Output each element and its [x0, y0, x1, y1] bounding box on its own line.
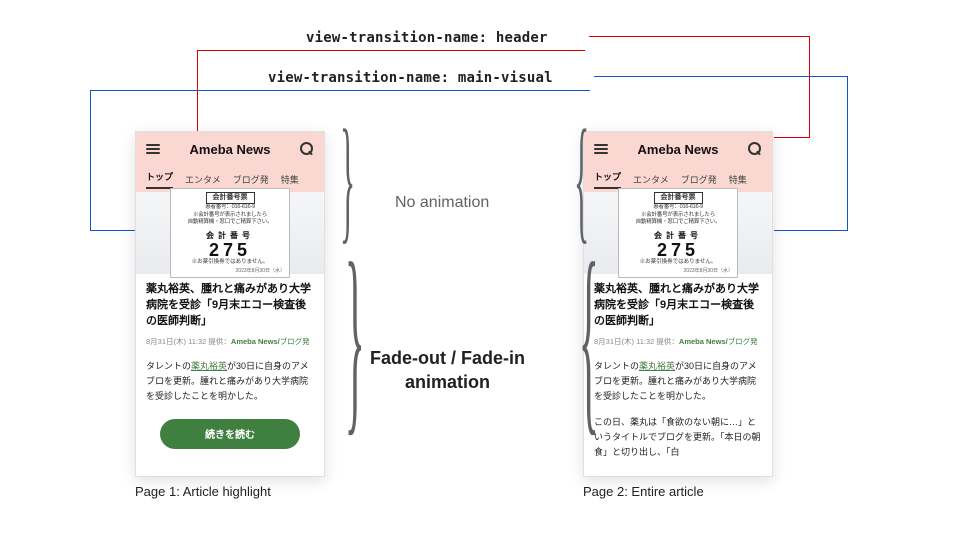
article-section: 薬丸裕英、腫れと痛みがあり大学病院を受診「9月末エコー検査後の医師判断」 8月3… — [136, 274, 324, 457]
ticket-sub: 患者番号：016-616-9 — [653, 204, 703, 212]
connector-red — [774, 137, 810, 138]
meta-datetime: 8月31日(木) 11:32 — [594, 337, 654, 346]
article-body: タレントの薬丸裕英が30日に自身のアメブロを更新。腫れと痛みがあり大学病院を受診… — [594, 359, 762, 405]
body-prefix: タレントの — [594, 361, 639, 371]
meta-provider: 提供： — [656, 337, 679, 346]
ticket-sub: 自動精算機・窓口でご精算下さい。 — [188, 219, 273, 227]
meta-source: Ameba News/ — [679, 337, 728, 346]
connector-blue — [774, 230, 848, 231]
read-more-button[interactable]: 続きを読む — [160, 419, 300, 449]
connector-red — [589, 36, 810, 37]
connector-blue — [847, 76, 848, 230]
meta-source-sub: ブログ発 — [280, 337, 310, 346]
ticket-sub: 自動精算機・窓口でご精算下さい。 — [636, 219, 721, 227]
meta-source-sub: ブログ発 — [728, 337, 758, 346]
brand-title: Ameba News — [638, 142, 719, 157]
ticket-date: 2023年8月30日（水） — [684, 268, 733, 275]
brand-title: Ameba News — [190, 142, 271, 157]
caption-page1: Page 1: Article highlight — [135, 484, 271, 499]
annotation-no-animation: No animation — [395, 194, 489, 212]
meta-provider: 提供： — [208, 337, 231, 346]
ticket-sub: 患者番号：016-616-9 — [205, 204, 255, 212]
body-name-link[interactable]: 薬丸裕英 — [639, 361, 675, 371]
tab-entame[interactable]: エンタメ — [633, 173, 669, 186]
app-header: Ameba News トップ エンタメ ブログ発 特集 — [584, 132, 772, 192]
tab-feature[interactable]: 特集 — [729, 173, 747, 186]
code-label-main-visual: view-transition-name: main-visual — [268, 70, 553, 86]
tab-blog[interactable]: ブログ発 — [681, 173, 717, 186]
ticket-date: 2023年8月30日（水） — [236, 268, 285, 275]
connector-red — [197, 50, 198, 132]
article-section: 薬丸裕英、腫れと痛みがあり大学病院を受診「9月末エコー検査後の医師判断」 8月3… — [584, 274, 772, 469]
connector-blue — [90, 90, 91, 230]
app-header: Ameba News トップ エンタメ ブログ発 特集 — [136, 132, 324, 192]
menu-icon[interactable] — [594, 144, 608, 154]
ticket-card: 会計番号票 患者番号：016-616-9 ※会計番号が表示されましたら 自動精算… — [170, 188, 290, 278]
menu-icon[interactable] — [146, 144, 160, 154]
caption-page2: Page 2: Entire article — [583, 484, 704, 499]
ticket-number: 275 — [209, 241, 251, 259]
tab-top[interactable]: トップ — [594, 170, 621, 189]
article-meta: 8月31日(木) 11:32 提供：Ameba News/ブログ発 — [594, 336, 762, 347]
article-title: 薬丸裕英、腫れと痛みがあり大学病院を受診「9月末エコー検査後の医師判断」 — [594, 282, 762, 330]
code-label-header: view-transition-name: header — [306, 30, 548, 46]
tab-blog[interactable]: ブログ発 — [233, 173, 269, 186]
tab-entame[interactable]: エンタメ — [185, 173, 221, 186]
brace-bottom-right-p1: } — [345, 216, 365, 458]
main-visual: 会計番号票 患者番号：016-616-9 ※会計番号が表示されましたら 自動精算… — [136, 192, 324, 274]
article-title: 薬丸裕英、腫れと痛みがあり大学病院を受診「9月末エコー検査後の医師判断」 — [146, 282, 314, 330]
ticket-title: 会計番号票 — [206, 192, 255, 204]
connector-blue — [594, 76, 848, 77]
ticket-note: ※お薬引換券ではありません。 — [192, 259, 269, 267]
article-extra: この日、薬丸は「食欲のない朝に…」というタイトルでブログを更新。「本日の朝食」と… — [594, 415, 762, 461]
phone-page2: Ameba News トップ エンタメ ブログ発 特集 会計番号票 患者番号：0… — [583, 131, 773, 477]
ticket-title: 会計番号票 — [654, 192, 703, 204]
body-prefix: タレントの — [146, 361, 191, 371]
annotation-fade-line2: animation — [370, 370, 525, 394]
ticket-number: 275 — [657, 241, 699, 259]
brace-bottom-left-p2: { — [579, 216, 599, 458]
meta-source: Ameba News/ — [231, 337, 280, 346]
main-visual: 会計番号票 患者番号：016-616-9 ※会計番号が表示されましたら 自動精算… — [584, 192, 772, 274]
article-meta: 8月31日(木) 11:32 提供：Ameba News/ブログ発 — [146, 336, 314, 347]
connector-blue — [90, 90, 590, 91]
ticket-card: 会計番号票 患者番号：016-616-9 ※会計番号が表示されましたら 自動精算… — [618, 188, 738, 278]
phone-page1: Ameba News トップ エンタメ ブログ発 特集 会計番号票 患者番号：0… — [135, 131, 325, 477]
meta-datetime: 8月31日(木) 11:32 — [146, 337, 206, 346]
search-icon[interactable] — [748, 142, 762, 156]
article-body: タレントの薬丸裕英が30日に自身のアメブロを更新。腫れと痛みがあり大学病院を受診… — [146, 359, 314, 405]
connector-red — [809, 36, 810, 137]
tab-top[interactable]: トップ — [146, 170, 173, 189]
ticket-note: ※お薬引換券ではありません。 — [640, 259, 717, 267]
annotation-fade-line1: Fade-out / Fade-in — [370, 346, 525, 370]
connector-red — [197, 50, 585, 51]
connector-blue — [90, 230, 136, 231]
search-icon[interactable] — [300, 142, 314, 156]
body-name-link[interactable]: 薬丸裕英 — [191, 361, 227, 371]
tab-feature[interactable]: 特集 — [281, 173, 299, 186]
annotation-fade: Fade-out / Fade-in animation — [370, 346, 525, 395]
